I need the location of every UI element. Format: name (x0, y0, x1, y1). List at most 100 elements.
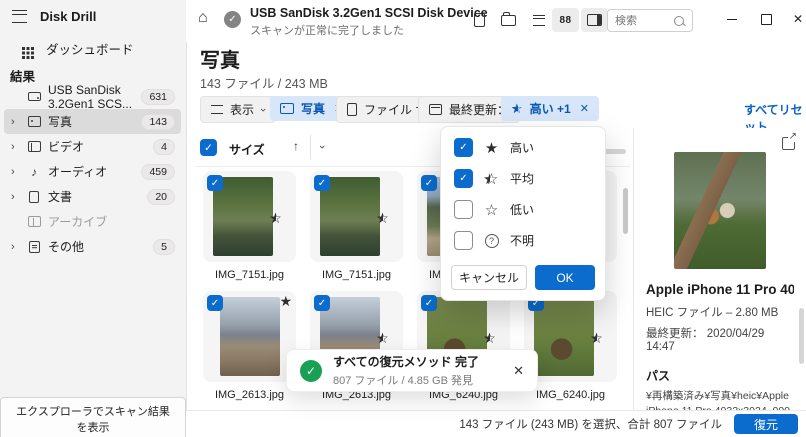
file-checkbox[interactable] (421, 295, 437, 311)
sidebar-list: USB SanDisk 3.2Gen1 SCS... 631 › 写真 143 … (4, 84, 181, 259)
toast-subtitle: 807 ファイル / 4.85 GB 発見 (333, 372, 479, 388)
file-checkbox[interactable] (207, 295, 223, 311)
file-thumbnail (220, 297, 280, 376)
search-icon (674, 16, 684, 26)
option-label: 不明 (510, 232, 534, 249)
rating-star-icon[interactable] (279, 292, 292, 310)
chevron-right-icon: › (11, 191, 20, 203)
file-checkbox[interactable] (314, 175, 330, 191)
chevron-down-icon: › (257, 108, 269, 112)
device-status: スキャンが正常に完了しました (250, 22, 404, 38)
chip-label: 写真 (301, 100, 325, 117)
minimize-button[interactable] (718, 6, 746, 32)
thumbnail-frame (203, 291, 296, 382)
count-badge: 20 (147, 189, 175, 205)
dropdown-buttons: キャンセル OK (441, 256, 605, 290)
sort-chevron-down-icon[interactable]: › (316, 145, 328, 149)
filter-chip-rating[interactable]: 高い +1 ✕ (501, 96, 599, 121)
rating-star-icon[interactable] (376, 329, 389, 347)
grid-vertical-scrollbar[interactable] (623, 188, 628, 234)
star-icon (511, 101, 523, 117)
grid-view-button[interactable]: 88 (552, 8, 579, 32)
file-name: IMG_2613.jpg (196, 389, 303, 401)
option-checkbox[interactable] (454, 138, 473, 157)
sidebar-item[interactable]: › その他 5 (4, 234, 181, 259)
file-card[interactable]: IMG_7151.jpg (196, 171, 303, 291)
show-in-explorer-button[interactable]: エクスプローラでスキャン結果を表示 (0, 397, 186, 437)
rating-star-icon[interactable] (590, 329, 603, 347)
dashboard-label: ダッシュボード (46, 39, 134, 58)
open-external-icon[interactable] (782, 137, 795, 150)
rating-option[interactable]: 平均 (441, 163, 605, 194)
file-icon (347, 103, 357, 116)
sort-column-label[interactable]: サイズ (229, 141, 265, 158)
page-subtitle: 143 ファイル / 243 MB (200, 73, 328, 92)
sidebar-item[interactable]: アーカイブ (4, 209, 181, 234)
rating-star-icon[interactable] (483, 329, 496, 347)
search-input[interactable] (608, 15, 674, 27)
category-icon (26, 140, 42, 154)
document-view-button[interactable] (466, 8, 493, 32)
calendar-icon (429, 104, 442, 115)
count-badge: 4 (153, 139, 175, 155)
rating-filter-dropdown: 高い 平均 低い 不明 キャンセル OK (440, 126, 606, 301)
option-label: 低い (510, 201, 534, 218)
hamburger-menu-icon[interactable] (12, 10, 27, 23)
count-badge: 143 (141, 114, 175, 130)
sidebar-item[interactable]: › 写真 143 (4, 109, 181, 134)
maximize-button[interactable] (752, 6, 780, 32)
details-panel: Apple iPhone 11 Pro 4032... HEIC ファイル – … (633, 128, 806, 410)
detail-file-info: HEIC ファイル – 2.80 MB (646, 304, 794, 320)
recover-button[interactable]: 復元 (734, 414, 798, 434)
sidebar-item[interactable]: › ビデオ 4 (4, 134, 181, 159)
cancel-button[interactable]: キャンセル (451, 265, 527, 290)
select-all-checkbox[interactable] (200, 139, 217, 156)
home-icon[interactable]: ⌂ (198, 9, 208, 27)
chevron-right-icon: › (11, 141, 20, 153)
file-card[interactable]: IMG_7151.jpg (303, 171, 410, 291)
rating-option[interactable]: 不明 (441, 225, 605, 256)
sidebar-item-label: 文書 (48, 188, 72, 205)
chip-label: 高い +1 (530, 100, 571, 117)
chevron-right-icon: › (11, 241, 20, 253)
sidebar-item[interactable]: › 文書 20 (4, 184, 181, 209)
rating-option[interactable]: 低い (441, 194, 605, 225)
file-name: IMG_7151.jpg (196, 269, 303, 281)
file-checkbox[interactable] (207, 175, 223, 191)
sidebar-item-label: ビデオ (48, 138, 84, 155)
header-bar: ⌂ ✓ USB SanDisk 3.2Gen1 SCSI Disk Device… (186, 0, 806, 42)
sidebar-item-dashboard[interactable]: ダッシュボード (21, 39, 134, 58)
close-button[interactable] (784, 6, 806, 32)
ok-button[interactable]: OK (535, 265, 595, 290)
view-options-button[interactable]: 表示 › (200, 96, 276, 123)
toast-close-icon[interactable]: ✕ (513, 363, 524, 379)
app-title: Disk Drill (40, 9, 96, 24)
panel-vertical-scrollbar[interactable] (799, 308, 804, 364)
search-box (607, 9, 693, 32)
file-name: IMG_7151.jpg (303, 269, 410, 281)
option-star-icon (483, 170, 500, 188)
remove-filter-icon[interactable]: ✕ (580, 102, 589, 115)
sort-ascending-icon[interactable]: ↑ (293, 139, 299, 153)
option-star-icon (483, 139, 500, 157)
sidebar-item-label: USB SanDisk 3.2Gen1 SCS... (48, 83, 135, 111)
category-icon (26, 215, 42, 229)
rating-star-icon[interactable] (269, 209, 282, 227)
footer-bar: 143 ファイル (243 MB) を選択、合計 807 ファイル 復元 (186, 410, 806, 437)
list-view-button[interactable] (525, 8, 552, 32)
details-panel-toggle-button[interactable] (581, 8, 608, 32)
chip-label: 最終更新： (449, 101, 509, 118)
detail-last-updated: 最終更新： 2020/04/29 14:47 (646, 325, 794, 353)
folder-view-button[interactable] (495, 8, 522, 32)
category-icon (26, 90, 42, 104)
sidebar-item[interactable]: › オーディオ 459 (4, 159, 181, 184)
file-checkbox[interactable] (314, 295, 330, 311)
sidebar-item[interactable]: USB SanDisk 3.2Gen1 SCS... 631 (4, 84, 181, 109)
rating-option[interactable]: 高い (441, 132, 605, 163)
option-checkbox[interactable] (454, 231, 473, 250)
option-checkbox[interactable] (454, 169, 473, 188)
count-badge: 631 (141, 89, 175, 105)
option-checkbox[interactable] (454, 200, 473, 219)
file-checkbox[interactable] (421, 175, 437, 191)
rating-star-icon[interactable] (376, 209, 389, 227)
